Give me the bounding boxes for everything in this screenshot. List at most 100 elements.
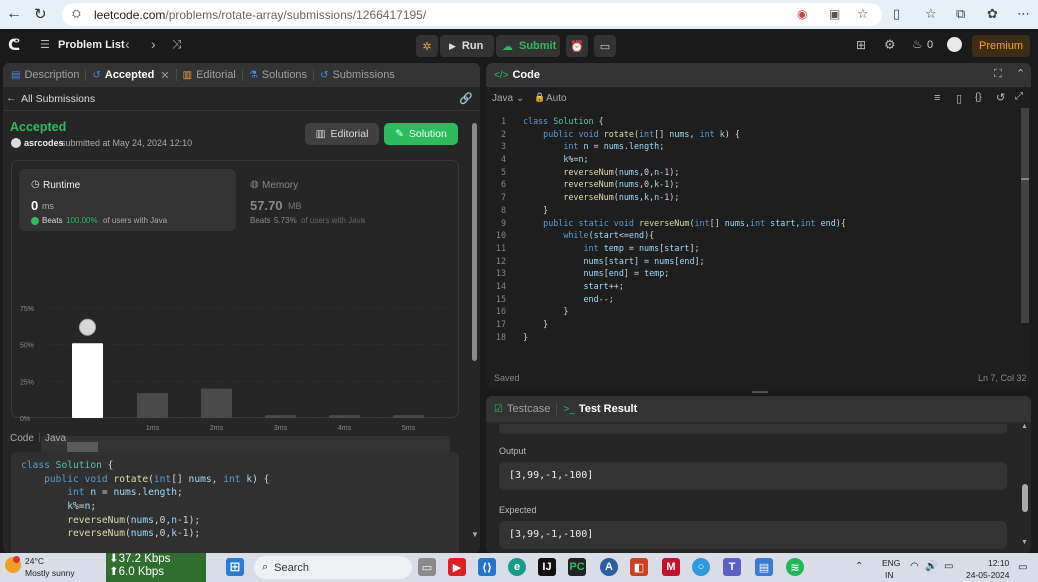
tab-solutions[interactable]: ⚗ Solutions <box>243 69 313 81</box>
tab-description[interactable]: ▤ Description <box>5 69 85 81</box>
tray-overflow-icon[interactable]: ⌃ <box>855 561 863 572</box>
weather-widget[interactable]: 24°C Mostly sunny <box>0 553 104 582</box>
notes-button[interactable]: ▭ <box>594 35 616 57</box>
code-line[interactable]: 16 } <box>486 305 1016 318</box>
result-scrollbar-thumb[interactable] <box>1022 484 1028 512</box>
reload-icon[interactable]: ↻ <box>34 5 47 23</box>
prev-problem-icon[interactable]: ‹ <box>125 36 130 52</box>
read-mode-icon[interactable]: ▣ <box>829 7 840 21</box>
code-line[interactable]: 10 while(start<=end){ <box>486 229 1016 242</box>
cortana-icon[interactable]: ○ <box>692 558 710 576</box>
format-icon[interactable]: ≡ <box>934 92 940 104</box>
code-line[interactable]: 13 nums[end] = temp; <box>486 267 1016 280</box>
expand-icon[interactable]: ⤢ <box>1015 91 1023 102</box>
list-icon[interactable]: ☰ <box>40 38 50 51</box>
next-problem-icon[interactable]: › <box>151 36 156 52</box>
split-screen-icon[interactable]: ▯ <box>893 6 900 22</box>
edge-browser-icon[interactable]: e <box>508 558 526 576</box>
pycharm-icon[interactable]: PC <box>568 558 586 576</box>
scroll-down-icon[interactable]: ▼ <box>471 530 479 539</box>
streak-fire-icon[interactable]: ♨ <box>912 37 923 51</box>
tab-submissions[interactable]: ↺ Submissions <box>314 69 401 81</box>
bookmark-icon[interactable]: ▯ <box>956 92 962 105</box>
chart-bar[interactable] <box>201 388 232 418</box>
close-tab-icon[interactable]: ✕ <box>160 69 169 82</box>
code-line[interactable]: 14 start++; <box>486 280 1016 293</box>
submit-button[interactable]: ☁ Submit <box>496 35 560 57</box>
vscode-icon[interactable]: ⟨⟩ <box>478 558 496 576</box>
scroll-up-icon[interactable]: ▲ <box>1021 423 1028 430</box>
leetcode-logo-icon[interactable]: ᕦ <box>8 36 20 54</box>
android-studio-icon[interactable]: A <box>600 558 618 576</box>
vertical-splitter[interactable] <box>481 63 485 553</box>
maximize-icon[interactable]: ⛶ <box>994 68 1002 81</box>
layout-grid-icon[interactable]: ⊞ <box>856 38 866 52</box>
code-line[interactable]: 6 reverseNum(nums,0,k-1); <box>486 178 1016 191</box>
autocomplete-mode[interactable]: Auto <box>546 93 567 104</box>
mcafee-icon[interactable]: M <box>662 558 680 576</box>
start-windows-icon[interactable]: ⊞ <box>226 558 244 576</box>
wifi-icon[interactable]: ◠ <box>910 561 919 572</box>
collapse-chevron-icon[interactable]: ⌃ <box>1016 67 1025 80</box>
chart-bar[interactable] <box>72 343 103 418</box>
code-line[interactable]: 2 public void rotate(int[] nums, int k) … <box>486 128 1016 141</box>
username[interactable]: asrcodes <box>24 138 64 148</box>
notification-icon[interactable]: ▭ <box>1018 562 1027 573</box>
tab-accepted[interactable]: ↺ Accepted ✕ <box>86 69 175 82</box>
editor-scrollbar-thumb[interactable] <box>1021 108 1029 323</box>
collections-icon[interactable]: ⧉ <box>956 6 965 22</box>
code-line[interactable]: 15 end--; <box>486 293 1016 306</box>
timer-button[interactable]: ⏰ <box>566 35 588 57</box>
premium-button[interactable]: Premium <box>972 35 1030 57</box>
language-select[interactable]: Java ⌄ <box>492 93 524 104</box>
code-line[interactable]: 1 class Solution { <box>486 115 1016 128</box>
back-arrow-icon[interactable]: ← <box>6 5 22 23</box>
settings-gear-icon[interactable]: ⚙ <box>884 37 896 53</box>
extension-icon[interactable]: ◉ <box>797 7 807 21</box>
taskbar-search[interactable]: ⌕ Search <box>254 556 412 579</box>
problem-list-link[interactable]: Problem List <box>58 39 125 51</box>
scroll-down-icon[interactable]: ▼ <box>1021 539 1028 546</box>
all-submissions-link[interactable]: All Submissions <box>21 93 95 105</box>
clock-time[interactable]: 12:10 <box>988 558 1009 568</box>
editorial-button[interactable]: ▥ Editorial <box>305 123 379 145</box>
chart-bar[interactable] <box>265 415 296 418</box>
intellij-icon[interactable]: IJ <box>538 558 556 576</box>
debug-button[interactable]: ✲ <box>416 35 438 57</box>
code-line[interactable]: 8 } <box>486 204 1016 217</box>
teams-icon[interactable]: T <box>723 558 741 576</box>
volume-icon[interactable]: 🔊 <box>925 561 937 572</box>
favorites-icon[interactable]: ☆ <box>925 6 937 22</box>
address-bar[interactable]: ⛭ leetcode.com/problems/rotate-array/sub… <box>62 3 882 26</box>
extensions-icon[interactable]: ✿ <box>987 6 998 22</box>
reset-code-icon[interactable]: ↺ <box>996 91 1005 104</box>
menu-dots-icon[interactable]: ⋯ <box>1017 6 1030 22</box>
battery-icon[interactable]: ▭ <box>944 561 953 572</box>
code-line[interactable]: 4 k%=n; <box>486 153 1016 166</box>
code-line[interactable]: 9 public static void reverseNum(int[] nu… <box>486 217 1016 230</box>
chart-bar[interactable] <box>329 415 360 418</box>
tab-editorial[interactable]: ▥ Editorial <box>177 69 242 81</box>
back-arrow-icon[interactable]: ← <box>6 92 17 104</box>
tab-testcase[interactable]: ☑ Testcase <box>488 403 556 415</box>
chart-bar[interactable] <box>137 393 168 418</box>
run-button[interactable]: ▶ Run <box>440 35 494 57</box>
code-line[interactable]: 3 int n = nums.length; <box>486 140 1016 153</box>
youtube-icon[interactable]: ▶ <box>448 558 466 576</box>
solution-button[interactable]: ✎ Solution <box>384 123 458 145</box>
user-avatar[interactable] <box>11 138 21 148</box>
code-line[interactable]: 17 } <box>486 318 1016 331</box>
code-line[interactable]: 11 int temp = nums[start]; <box>486 242 1016 255</box>
clock-date[interactable]: 24-05-2024 <box>966 570 1009 580</box>
chart-bar[interactable] <box>393 415 424 418</box>
lang-eng[interactable]: ENG <box>882 558 900 568</box>
tab-test-result[interactable]: >_ Test Result <box>557 403 643 415</box>
braces-icon[interactable]: {} <box>975 92 982 103</box>
share-link-icon[interactable]: 🔗 <box>459 92 473 105</box>
office-icon[interactable]: ◧ <box>630 558 648 576</box>
left-scrollbar-thumb[interactable] <box>472 123 477 361</box>
avatar[interactable] <box>947 37 962 52</box>
lang-in[interactable]: IN <box>885 570 894 580</box>
site-info-icon[interactable]: ⛭ <box>72 8 86 21</box>
favorite-star-icon[interactable]: ☆ <box>857 6 869 22</box>
